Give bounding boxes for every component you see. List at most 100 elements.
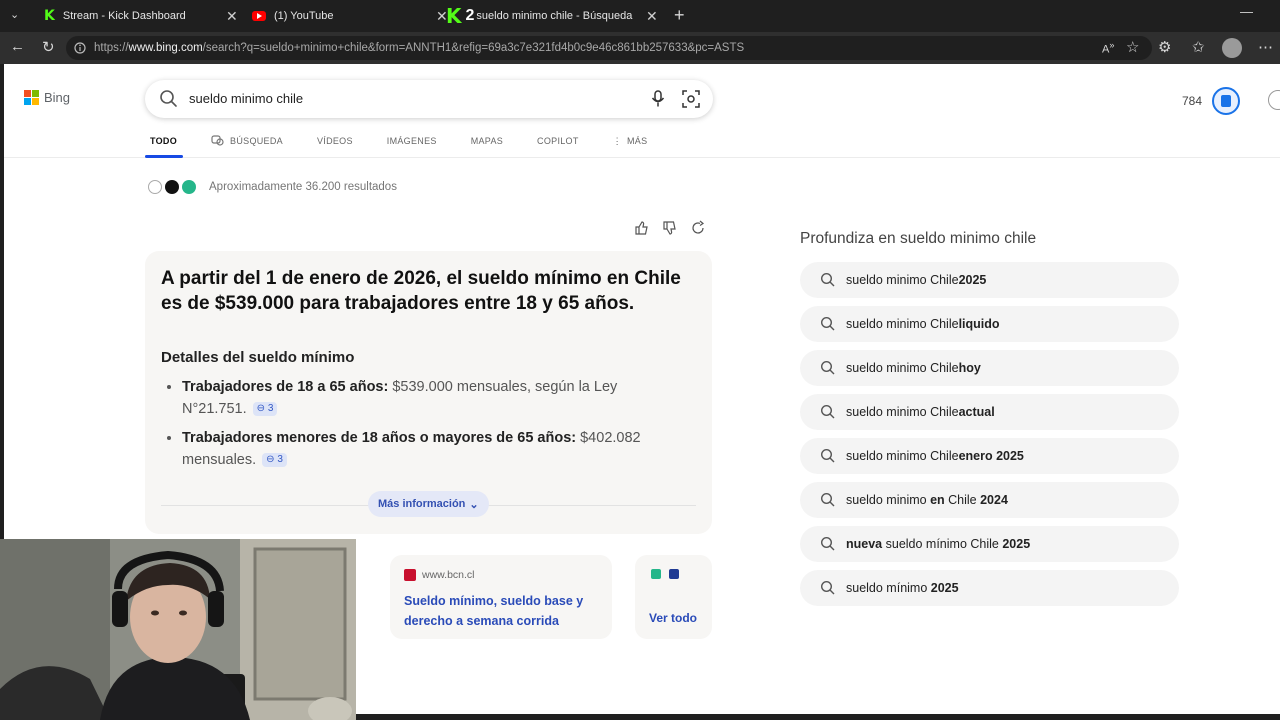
tab-title: (1) YouTube	[274, 10, 334, 22]
tab-list-chevron-icon[interactable]: ⌄	[10, 8, 19, 21]
new-tab-icon[interactable]: +	[674, 5, 685, 26]
related-text: Chile	[944, 493, 981, 507]
extensions-icon[interactable]: ⚙	[1158, 38, 1171, 56]
list-item: Trabajadores de 18 a 65 años: $539.000 m…	[182, 377, 682, 420]
bullet-label: Trabajadores de 18 a 65 años:	[182, 379, 389, 395]
source-card[interactable]: www.bcn.cl Sueldo mínimo, sueldo base y …	[390, 555, 612, 639]
related-text: sueldo mínimo Chile	[882, 537, 1003, 551]
tab-bing-search[interactable]: K 2 sueldo minimo chile - Búsqueda	[446, 0, 666, 32]
bullet-label: Trabajadores menores de 18 años o mayore…	[182, 430, 577, 446]
source-favicon-icon	[182, 180, 196, 194]
user-avatar[interactable]	[1268, 90, 1280, 110]
rewards-icon[interactable]	[1212, 87, 1240, 115]
copilot-search-icon	[211, 135, 224, 146]
related-search-item[interactable]: sueldo minimo Chile hoy	[800, 350, 1179, 386]
more-vertical-icon: ⋮	[612, 135, 622, 146]
view-all-link: Ver todo	[649, 611, 698, 625]
related-text: sueldo minimo Chile	[846, 361, 959, 375]
search-icon	[820, 272, 835, 287]
tab-mas[interactable]: ⋮ MÁS	[613, 134, 648, 148]
tab-todo[interactable]: TODO	[150, 134, 177, 148]
rewards-points[interactable]: 784	[1182, 94, 1202, 108]
related-bold: liquido	[958, 317, 1000, 331]
url-path: /search?q=sueldo+minimo+chile&form=ANNTH…	[202, 42, 745, 54]
close-tab-icon[interactable]: ✕	[646, 8, 658, 25]
answer-headline: A partir del 1 de enero de 2026, el suel…	[161, 268, 681, 314]
favorite-star-icon[interactable]: ☆	[1126, 38, 1139, 56]
tab-copilot[interactable]: COPILOT	[537, 134, 579, 148]
favorites-icon[interactable]: ✩	[1192, 38, 1205, 56]
related-search-item[interactable]: sueldo mínimo 2025	[800, 570, 1179, 606]
tab-videos[interactable]: VÍDEOS	[317, 134, 353, 148]
related-text: sueldo minimo	[846, 493, 931, 507]
search-query[interactable]: sueldo minimo chile	[189, 91, 303, 106]
more-info-label: Más información	[378, 498, 466, 510]
related-search-item[interactable]: sueldo minimo Chile 2025	[800, 262, 1179, 298]
thumbs-up-icon[interactable]	[634, 220, 650, 236]
tab-kick-dashboard[interactable]: K Stream - Kick Dashboard	[36, 0, 246, 32]
tab-imagenes[interactable]: IMÁGENES	[387, 134, 437, 148]
search-icon[interactable]	[159, 89, 179, 109]
related-bold: 2024	[980, 493, 1008, 507]
answer-card: A partir del 1 de enero de 2026, el suel…	[145, 251, 712, 534]
source-favicon-icon	[165, 180, 179, 194]
source-domain: www.bcn.cl	[404, 569, 475, 581]
site-info-icon[interactable]	[74, 42, 86, 54]
back-icon[interactable]: ←	[10, 38, 25, 55]
search-icon	[820, 360, 835, 375]
close-tab-icon[interactable]: ✕	[226, 8, 238, 25]
visual-search-icon[interactable]	[681, 89, 701, 109]
scope-label: MAPAS	[470, 136, 504, 146]
settings-more-icon[interactable]: ⋯	[1258, 38, 1273, 56]
search-icon	[820, 536, 835, 551]
view-all-card[interactable]: Ver todo	[635, 555, 712, 639]
scope-label: TODO	[150, 136, 178, 146]
more-info-button[interactable]: Más información ⌄	[368, 491, 489, 517]
kick-icon: K	[446, 4, 462, 28]
webcam-overlay	[0, 539, 356, 720]
tab-youtube[interactable]: (1) YouTube	[246, 0, 446, 32]
bcn-favicon-icon	[404, 569, 416, 581]
results-count: Aproximadamente 36.200 resultados	[148, 180, 397, 194]
citation-count: 3	[267, 402, 274, 414]
microphone-icon[interactable]	[651, 90, 665, 108]
citation-count: 3	[277, 453, 283, 465]
scope-label: MÁS	[626, 136, 648, 146]
source-favicon-icon	[669, 569, 679, 579]
search-icon	[820, 492, 835, 507]
profile-avatar[interactable]	[1222, 38, 1242, 58]
search-box[interactable]: sueldo minimo chile	[145, 80, 713, 118]
related-text: sueldo minimo Chile	[846, 449, 959, 463]
citation-badge[interactable]: ⊖ 3	[252, 401, 278, 416]
search-icon	[820, 316, 835, 331]
related-search-item[interactable]: sueldo minimo Chile liquido	[800, 306, 1179, 342]
minimize-icon[interactable]: —	[1240, 4, 1253, 19]
chevron-down-icon: ⌄	[469, 498, 479, 511]
related-search-item[interactable]: sueldo minimo Chile actual	[800, 394, 1179, 430]
thumbs-down-icon[interactable]	[662, 220, 678, 236]
search-icon	[820, 404, 835, 419]
read-aloud-icon[interactable]: A»	[1102, 40, 1114, 56]
active-tab-indicator	[145, 155, 183, 158]
results-count-text: Aproximadamente 36.200 resultados	[209, 181, 397, 193]
related-bold: en	[930, 493, 945, 507]
logo-text: Bing	[44, 90, 71, 105]
share-icon[interactable]	[690, 220, 706, 236]
address-bar[interactable]: https://www.bing.com/search?q=sueldo+min…	[66, 36, 1152, 60]
related-searches-title: Profundiza en sueldo minimo chile	[800, 230, 1037, 247]
related-bold: hoy	[958, 361, 981, 375]
related-search-item[interactable]: sueldo minimo en Chile 2024	[800, 482, 1179, 518]
tab-busqueda[interactable]: BÚSQUEDA	[211, 134, 283, 148]
source-favicon-icon	[148, 180, 162, 194]
citation-badge[interactable]: ⊖ 3	[262, 452, 287, 467]
scope-label: COPILOT	[537, 136, 579, 146]
url-prefix: https://	[94, 42, 129, 54]
source-url: www.bcn.cl	[422, 569, 475, 581]
related-search-item[interactable]: nueva sueldo mínimo Chile 2025	[800, 526, 1179, 562]
tab-mapas[interactable]: MAPAS	[471, 134, 503, 148]
related-search-item[interactable]: sueldo minimo Chile enero 2025	[800, 438, 1179, 474]
bing-logo[interactable]: Bing	[24, 90, 70, 105]
refresh-icon[interactable]: ↻	[42, 38, 55, 56]
related-text: sueldo minimo Chile	[846, 273, 959, 287]
url-host: www.bing.com	[128, 42, 203, 54]
